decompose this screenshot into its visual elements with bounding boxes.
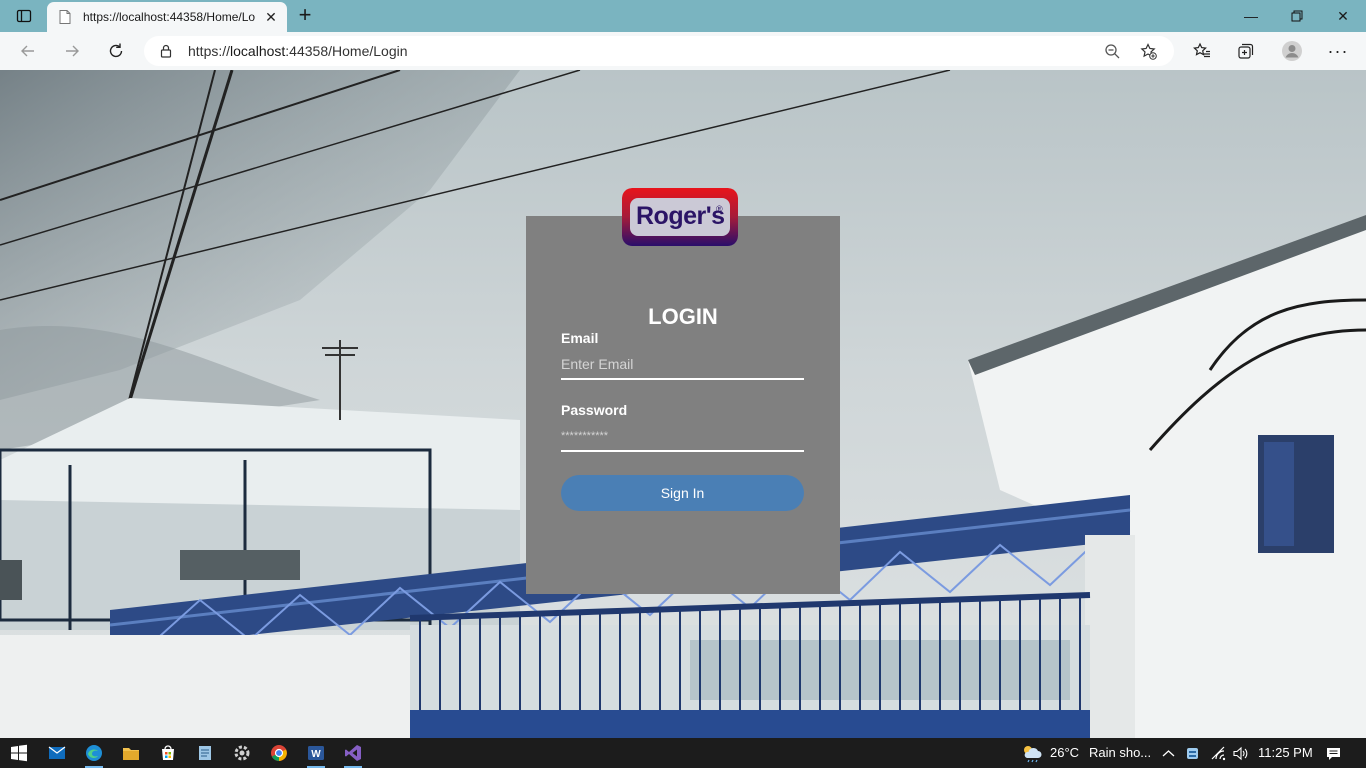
refresh-icon bbox=[109, 43, 123, 58]
browser-toolbar: https://localhost:44358/Home/Login ··· bbox=[0, 32, 1366, 70]
more-menu-icon[interactable]: ··· bbox=[1325, 38, 1351, 64]
edge-icon[interactable] bbox=[83, 742, 105, 768]
file-explorer-icon[interactable] bbox=[120, 742, 142, 764]
page-icon bbox=[59, 10, 71, 24]
tab-actions-icon[interactable] bbox=[10, 6, 38, 26]
chevron-up-icon[interactable] bbox=[1160, 745, 1176, 761]
password-label: Password bbox=[561, 402, 628, 418]
tab-title: https://localhost:44358/Home/Lo bbox=[83, 10, 256, 24]
notification-icon[interactable] bbox=[1325, 745, 1341, 761]
store-icon[interactable] bbox=[157, 742, 179, 764]
volume-icon[interactable] bbox=[1232, 745, 1248, 761]
new-tab-button[interactable]: + bbox=[294, 4, 316, 27]
profile-avatar[interactable] bbox=[1279, 38, 1305, 64]
login-card: Roger's ® LOGIN Email Password Sign In bbox=[526, 188, 840, 594]
weather-text[interactable]: Rain sho... bbox=[1089, 745, 1151, 760]
email-label: Email bbox=[561, 330, 599, 346]
lock-icon[interactable] bbox=[158, 43, 174, 59]
refresh-button[interactable] bbox=[103, 38, 129, 64]
url-text[interactable]: https://localhost:44358/Home/Login bbox=[188, 43, 1102, 59]
forward-button[interactable] bbox=[59, 38, 85, 64]
chrome-icon[interactable] bbox=[268, 742, 290, 764]
network-drive-icon[interactable] bbox=[1184, 745, 1200, 761]
arrow-right-icon bbox=[66, 45, 79, 57]
favorites-icon[interactable] bbox=[1189, 38, 1215, 64]
browser-tab-bar: https://localhost:44358/Home/Lo ✕ + — ✕ bbox=[0, 0, 1366, 32]
svg-text:W: W bbox=[311, 749, 321, 760]
settings-icon[interactable] bbox=[231, 742, 253, 764]
browser-tab[interactable]: https://localhost:44358/Home/Lo ✕ bbox=[47, 2, 287, 32]
mail-icon[interactable] bbox=[46, 742, 68, 764]
wifi-icon[interactable] bbox=[1210, 745, 1226, 761]
restore-button[interactable] bbox=[1274, 0, 1320, 32]
url-path: :44358/Home/Login bbox=[285, 43, 408, 59]
sign-in-button[interactable]: Sign In bbox=[561, 475, 804, 511]
zoom-out-icon[interactable] bbox=[1102, 41, 1122, 61]
password-field[interactable] bbox=[561, 422, 804, 452]
logo-text: Roger's bbox=[636, 202, 725, 230]
notepad-icon[interactable] bbox=[194, 742, 216, 764]
clock-time[interactable]: 11:25 PM bbox=[1258, 745, 1313, 760]
weather-temp: 26°C bbox=[1050, 745, 1080, 760]
visual-studio-icon[interactable] bbox=[342, 742, 364, 768]
windows-taskbar: W 26°C Rain sho... 11:25 PM bbox=[0, 738, 1366, 768]
close-tab-icon[interactable]: ✕ bbox=[263, 9, 279, 25]
add-favorite-icon[interactable] bbox=[1138, 41, 1158, 61]
back-button[interactable] bbox=[15, 38, 41, 64]
rogers-logo: Roger's ® bbox=[622, 188, 738, 246]
minimize-button[interactable]: — bbox=[1228, 0, 1274, 32]
close-window-button[interactable]: ✕ bbox=[1320, 0, 1366, 32]
word-icon[interactable]: W bbox=[305, 742, 327, 768]
weather-rain-icon[interactable] bbox=[1020, 743, 1042, 763]
page-viewport: Roger's ® LOGIN Email Password Sign In bbox=[0, 70, 1366, 738]
login-title: LOGIN bbox=[648, 304, 718, 329]
address-bar[interactable]: https://localhost:44358/Home/Login bbox=[144, 36, 1174, 66]
logo-registered-mark: ® bbox=[716, 204, 723, 214]
windows-start-icon[interactable] bbox=[8, 742, 30, 764]
arrow-left-icon bbox=[21, 45, 34, 57]
collections-icon[interactable] bbox=[1233, 38, 1259, 64]
email-field[interactable] bbox=[561, 350, 804, 380]
url-scheme: https:// bbox=[188, 43, 231, 59]
url-host: localhost bbox=[230, 43, 286, 59]
